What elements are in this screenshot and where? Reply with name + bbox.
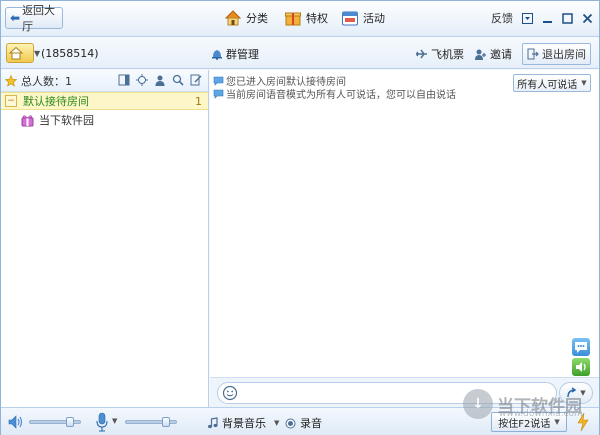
slider-knob[interactable] — [66, 417, 74, 427]
download-logo-icon: ↓ — [463, 389, 493, 419]
home-icon — [9, 46, 23, 60]
chevron-down-icon: ▼ — [554, 418, 560, 426]
list-item[interactable]: 当下软件园 — [1, 110, 208, 130]
room-name: 默认接待房间 — [23, 95, 89, 108]
window-controls: 反馈 — [491, 10, 593, 26]
speech-bubble-icon — [213, 89, 224, 99]
chat-panel: 您已进入房间默认接待房间 当前房间语音模式为所有人可说话，您可以自由说话 所有人… — [210, 70, 599, 377]
room-toolbar: ▼ (1858514) 群管理 飞机票 邀请 退出房间 — [1, 37, 599, 69]
volume-icon[interactable] — [7, 413, 25, 431]
speaker-icon[interactable] — [572, 358, 590, 376]
record-label: 录音 — [300, 417, 322, 430]
back-to-lobby-button[interactable]: ⬅ 返回大厅 — [5, 4, 63, 33]
speak-mode-select[interactable]: 所有人可说话 ▼ — [513, 74, 591, 92]
member-panel-header: 总人数：1 — [1, 70, 208, 92]
back-label: 返回大厅 — [22, 4, 56, 33]
minimize-icon[interactable] — [541, 12, 553, 24]
record-icon — [285, 418, 296, 428]
watermark: ↓ 当下软件园 www.downxia.com — [463, 389, 583, 419]
menu-icon[interactable] — [521, 12, 533, 24]
invite-label: 邀请 — [490, 48, 512, 61]
nav-category-label: 分类 — [246, 12, 268, 25]
smiley-icon[interactable] — [222, 385, 238, 401]
member-name: 当下软件园 — [39, 114, 94, 127]
airplane-icon — [416, 49, 427, 58]
speaker-volume-slider[interactable] — [29, 417, 81, 427]
group-manage-label: 群管理 — [226, 48, 259, 61]
speak-mode-value: 所有人可说话 — [517, 79, 578, 91]
room-id: (1858514) — [41, 47, 99, 60]
group-manage-button[interactable]: 群管理 — [211, 46, 259, 62]
exit-icon — [527, 48, 539, 60]
user-gift-icon — [21, 114, 34, 126]
locate-icon[interactable] — [136, 74, 148, 86]
search-icon[interactable] — [172, 74, 184, 86]
exit-room-label: 退出房间 — [542, 48, 586, 61]
flight-ticket-label: 飞机票 — [431, 48, 464, 61]
background-music-label: 背景音乐 — [222, 417, 266, 430]
app-window: ⬅ 返回大厅 分类 特权 活动 反馈 ▼ (1858514) 群管理 飞机票 邀… — [0, 0, 600, 435]
mic-volume-slider[interactable] — [125, 417, 177, 427]
chevron-down-icon: ▼ — [581, 79, 587, 87]
room-node[interactable]: − 默认接待房间 1 — [1, 92, 208, 110]
invite-button[interactable]: 邀请 — [474, 46, 512, 62]
member-tools — [118, 74, 202, 86]
music-note-icon — [208, 417, 218, 429]
slider-knob[interactable] — [162, 417, 170, 427]
title-bar: ⬅ 返回大厅 分类 特权 活动 反馈 — [1, 1, 599, 37]
maximize-icon[interactable] — [561, 12, 573, 24]
system-message: 当前房间语音模式为所有人可说话，您可以自由说话 — [213, 86, 456, 101]
record-button[interactable]: 录音 — [285, 415, 322, 431]
watermark-url: www.downxia.com — [499, 409, 583, 419]
add-user-icon — [475, 49, 486, 60]
member-panel: 总人数：1 − 默认接待房间 1 当下软件园 — [1, 70, 209, 407]
nav-privilege[interactable]: 特权 — [284, 7, 328, 29]
edit-icon[interactable] — [190, 74, 202, 86]
gift-icon — [285, 12, 301, 26]
background-music-button[interactable]: 背景音乐 ▼ — [207, 415, 279, 431]
room-member-count: 1 — [195, 94, 202, 108]
nav-activity[interactable]: 活动 — [341, 7, 385, 29]
close-icon[interactable] — [581, 12, 593, 24]
room-avatar-button[interactable]: ▼ — [6, 43, 40, 63]
back-arrow-icon: ⬅ — [10, 11, 21, 25]
message-text: 当前房间语音模式为所有人可说话，您可以自由说话 — [226, 90, 456, 101]
user-icon[interactable] — [154, 74, 166, 86]
nav-activity-label: 活动 — [363, 12, 385, 25]
speech-bubble-icon — [213, 76, 224, 86]
layout-icon[interactable] — [118, 74, 130, 86]
microphone-icon[interactable] — [95, 412, 109, 432]
nav-privilege-label: 特权 — [306, 12, 328, 25]
nav-category[interactable]: 分类 — [224, 7, 268, 29]
toolbar-actions: 飞机票 邀请 退出房间 — [415, 43, 591, 65]
star-icon — [5, 74, 17, 87]
feedback-link[interactable]: 反馈 — [491, 10, 513, 26]
chevron-down-icon: ▼ — [274, 419, 280, 427]
chat-bubble-icon[interactable] — [572, 338, 590, 356]
calendar-icon — [342, 11, 358, 26]
collapse-icon[interactable]: − — [5, 95, 17, 107]
chevron-down-icon[interactable]: ▼ — [112, 417, 117, 425]
house-icon — [224, 10, 242, 26]
exit-room-button[interactable]: 退出房间 — [522, 43, 591, 65]
total-members: 总人数：1 — [21, 74, 72, 88]
flight-ticket-button[interactable]: 飞机票 — [415, 46, 464, 62]
bell-icon — [212, 50, 222, 60]
